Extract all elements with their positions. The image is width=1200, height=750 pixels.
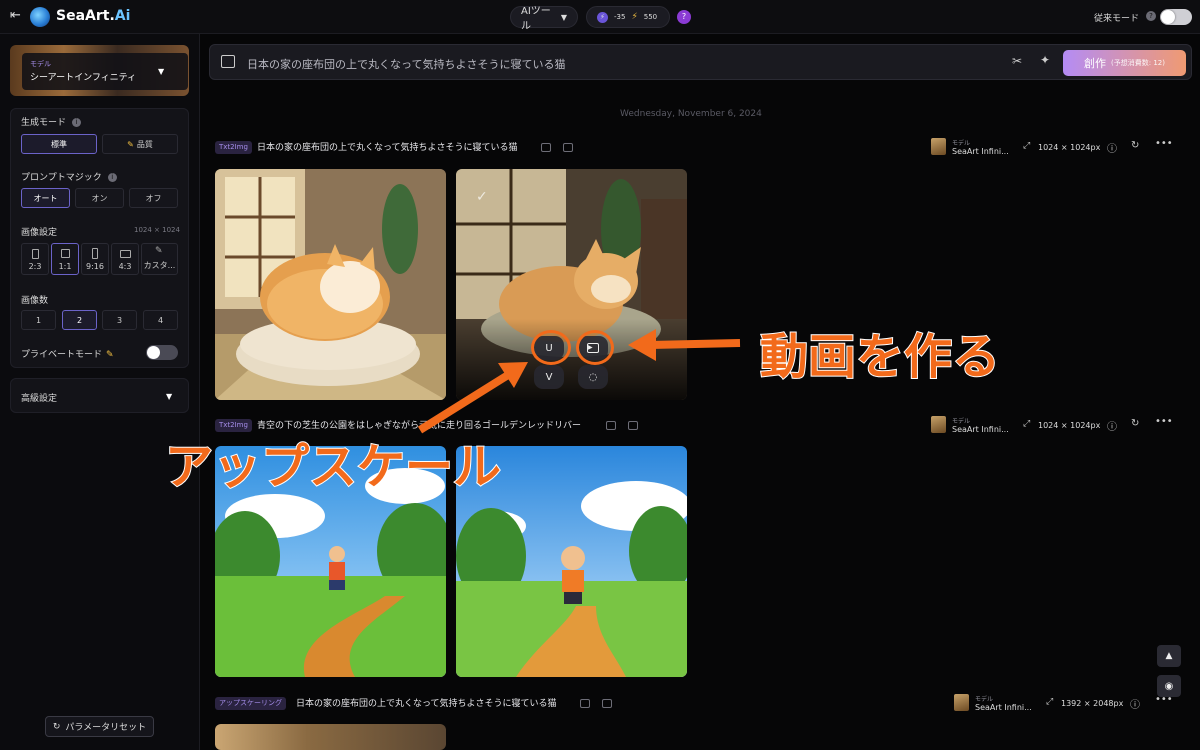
upscale-annotation: アップスケール	[164, 438, 502, 496]
annotation-arrows	[417, 329, 741, 434]
make-video-annotation: 動画を作る	[759, 328, 1001, 386]
